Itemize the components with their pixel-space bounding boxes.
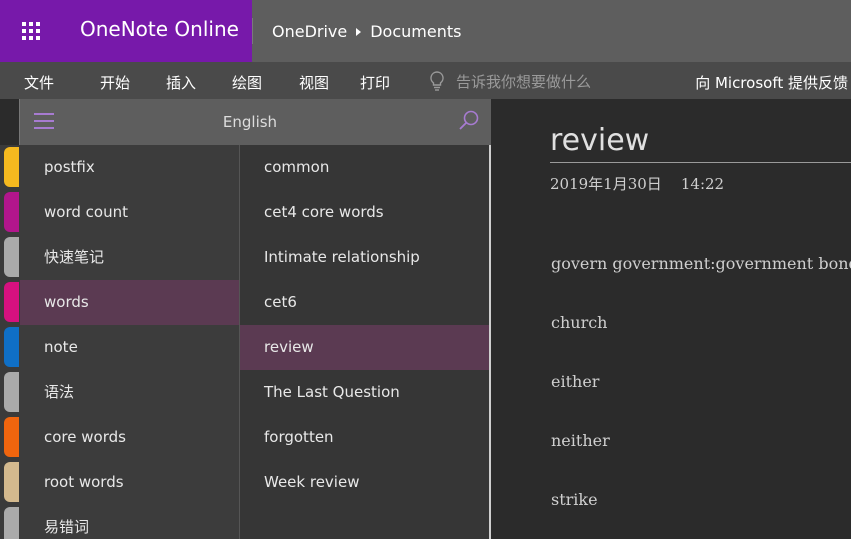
section-item[interactable]: 语法 [20,370,239,415]
note-line[interactable]: strike [551,490,598,509]
breadcrumb: OneDrive Documents [272,22,461,41]
section-color-tab[interactable] [4,192,19,232]
title-underline [550,162,851,163]
menu-home[interactable]: 开始 [100,72,130,93]
section-color-tab[interactable] [4,237,19,277]
section-color-tab[interactable] [4,462,19,502]
breadcrumb-documents[interactable]: Documents [370,22,461,41]
app-launcher-icon[interactable] [22,22,40,40]
feedback-link[interactable]: 向 Microsoft 提供反馈 [695,72,848,93]
page-item[interactable]: cet6 [240,280,489,325]
sections-list: postfix word count 快速笔记 words note 语法 core wor… [20,145,239,539]
section-item[interactable]: root words [20,460,239,505]
section-color-tab[interactable] [4,282,19,322]
section-color-tab[interactable] [4,372,19,412]
chevron-right-icon [356,27,362,36]
page-item[interactable]: common [240,145,489,190]
pages-list: common cet4 core words Intimate relationsh… [239,145,491,539]
section-item[interactable]: 易错词 [20,505,239,539]
section-color-tab[interactable] [4,417,19,457]
section-color-tab[interactable] [4,507,19,539]
section-color-tab[interactable] [4,327,19,367]
lightbulb-icon [430,71,444,91]
menu-draw[interactable]: 绘图 [232,72,262,93]
section-item[interactable]: words [20,280,239,325]
page-item[interactable]: review [240,325,489,370]
page-title[interactable]: review [550,123,649,158]
note-line[interactable]: govern government:government bond [551,254,851,273]
page-date: 2019年1月30日 14:22 [550,175,725,193]
section-item[interactable]: core words [20,415,239,460]
section-color-tabs [0,145,20,539]
section-item[interactable]: note [20,325,239,370]
navigation-header: English [19,99,491,145]
section-item[interactable]: word count [20,190,239,235]
page-item[interactable]: The Last Question [240,370,489,415]
page-item[interactable]: Week review [240,460,489,505]
page-item[interactable]: cet4 core words [240,190,489,235]
section-item[interactable]: 快速笔记 [20,235,239,280]
brand-area: OneNote Online [0,0,252,62]
menu-insert[interactable]: 插入 [166,72,196,93]
search-icon[interactable] [457,109,481,133]
notebook-name[interactable]: English [20,113,480,131]
note-line[interactable]: either [551,372,599,391]
tell-me-placeholder: 告诉我你想要做什么 [456,72,592,91]
menu-print[interactable]: 打印 [360,72,390,93]
page-content[interactable]: review 2019年1月30日 14:22 govern governmen… [493,99,851,539]
menu-bar: 文件 开始 插入 绘图 视图 打印 告诉我你想要做什么 向 Microsoft … [0,62,851,99]
menu-view[interactable]: 视图 [299,72,329,93]
tell-me-box[interactable]: 告诉我你想要做什么 [428,70,591,92]
section-item[interactable]: postfix [20,145,239,190]
top-bar: OneNote Online OneDrive Documents [0,0,851,62]
page-item[interactable]: Intimate relationship [240,235,489,280]
app-title[interactable]: OneNote Online [80,17,239,41]
divider [252,18,253,44]
page-item[interactable]: forgotten [240,415,489,460]
breadcrumb-onedrive[interactable]: OneDrive [272,22,347,41]
section-color-tab[interactable] [4,147,19,187]
note-line[interactable]: church [551,313,607,332]
note-line[interactable]: neither [551,431,610,450]
menu-file[interactable]: 文件 [24,72,54,93]
